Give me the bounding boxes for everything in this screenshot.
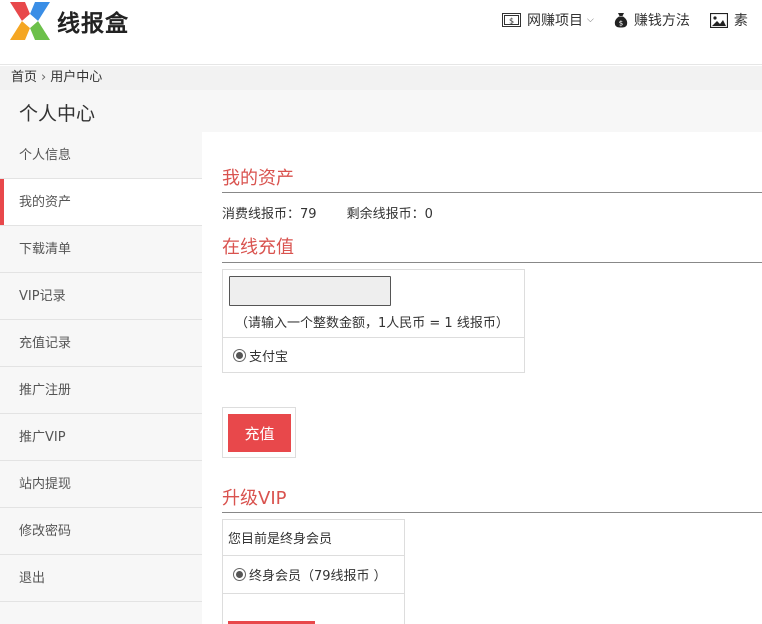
nav-item-label: 赚钱方法 <box>633 13 690 29</box>
alipay-label: 支付宝 <box>249 349 289 365</box>
chevron-down-icon: ⌵ <box>587 15 594 25</box>
recharge-divider <box>222 262 762 263</box>
nav-item-projects[interactable]: $ 网赚项目 ⌵ <box>502 10 594 30</box>
nav-item-label: 网赚项目 <box>527 13 583 29</box>
svg-text:$: $ <box>619 20 623 28</box>
site-header: 线报盒 $ 网赚项目 ⌵ $ 赚钱方法 素 <box>0 0 762 65</box>
vip-divider <box>222 512 762 513</box>
lifetime-vip-label: 终身会员（79线报币 ） <box>249 569 387 584</box>
recharge-button[interactable]: 充值 <box>228 414 291 452</box>
remaining-label: 剩余线报币： <box>346 207 425 222</box>
remaining-value: 0 <box>424 207 433 222</box>
sidebar-item-recharge-records[interactable]: 充值记录 <box>0 320 202 367</box>
assets-summary: 消费线报币：79 剩余线报币：0 <box>222 203 433 222</box>
vip-title: 升级VIP <box>222 488 287 509</box>
svg-text:$: $ <box>509 17 514 26</box>
main-content: 我的资产 消费线报币：79 剩余线报币：0 在线充值 （请输入一个整数金额，1人民… <box>202 132 762 624</box>
sidebar-item-logout[interactable]: 退出 <box>0 555 202 602</box>
amount-hint: （请输入一个整数金额，1人民币 = 1 线报币） <box>235 316 509 331</box>
sidebar-item-referral-signup[interactable]: 推广注册 <box>0 367 202 414</box>
breadcrumb: 首页 › 用户中心 <box>0 66 762 90</box>
vip-status-text: 您目前是终身会员 <box>228 532 333 547</box>
payment-option-row[interactable]: 支付宝 <box>223 338 524 372</box>
recharge-button-wrap: 充值 <box>222 407 296 458</box>
breadcrumb-current: 用户中心 <box>50 70 103 85</box>
recharge-title: 在线充值 <box>222 237 294 258</box>
amount-row: （请输入一个整数金额，1人民币 = 1 线报币） <box>223 270 524 338</box>
lifetime-vip-radio[interactable] <box>233 568 246 581</box>
image-icon <box>709 12 728 28</box>
money-bill-icon: $ <box>502 13 521 27</box>
nav-item-materials[interactable]: 素 <box>709 10 748 30</box>
nav-item-label: 素 <box>733 13 748 29</box>
assets-title: 我的资产 <box>222 168 294 189</box>
sidebar-item-profile[interactable]: 个人信息 <box>0 132 202 179</box>
spent-label: 消费线报币： <box>222 207 301 222</box>
sidebar-item-withdraw[interactable]: 站内提现 <box>0 461 202 508</box>
top-nav: $ 网赚项目 ⌵ $ 赚钱方法 素 <box>502 8 762 32</box>
nav-item-methods[interactable]: $ 赚钱方法 <box>614 10 690 30</box>
page-title: 个人中心 <box>19 103 96 125</box>
money-bag-icon: $ <box>614 13 627 28</box>
logo-icon <box>10 2 50 40</box>
sidebar: 个人信息 我的资产 下载清单 VIP记录 充值记录 推广注册 推广VIP 站内提… <box>0 132 202 624</box>
sidebar-item-change-password[interactable]: 修改密码 <box>0 508 202 555</box>
amount-input[interactable] <box>229 276 391 306</box>
sidebar-item-referral-vip[interactable]: 推广VIP <box>0 414 202 461</box>
spent-value: 79 <box>300 207 317 222</box>
breadcrumb-home-link[interactable]: 首页 <box>11 70 37 85</box>
vip-form: 您目前是终身会员 终身会员（79线报币 ） <box>222 519 405 624</box>
vip-option-row[interactable]: 终身会员（79线报币 ） <box>223 556 404 594</box>
sidebar-item-vip-records[interactable]: VIP记录 <box>0 273 202 320</box>
logo-text: 线报盒 <box>57 11 129 37</box>
vip-button-row <box>223 594 404 624</box>
page-title-bar: 个人中心 <box>0 90 762 132</box>
sidebar-item-assets[interactable]: 我的资产 <box>0 179 202 226</box>
assets-divider <box>222 192 762 193</box>
sidebar-item-downloads[interactable]: 下载清单 <box>0 226 202 273</box>
recharge-form: （请输入一个整数金额，1人民币 = 1 线报币） 支付宝 <box>222 269 525 373</box>
site-logo[interactable]: 线报盒 <box>8 0 129 42</box>
alipay-radio[interactable] <box>233 348 246 362</box>
breadcrumb-separator: › <box>41 70 47 85</box>
vip-status-row: 您目前是终身会员 <box>223 520 404 556</box>
